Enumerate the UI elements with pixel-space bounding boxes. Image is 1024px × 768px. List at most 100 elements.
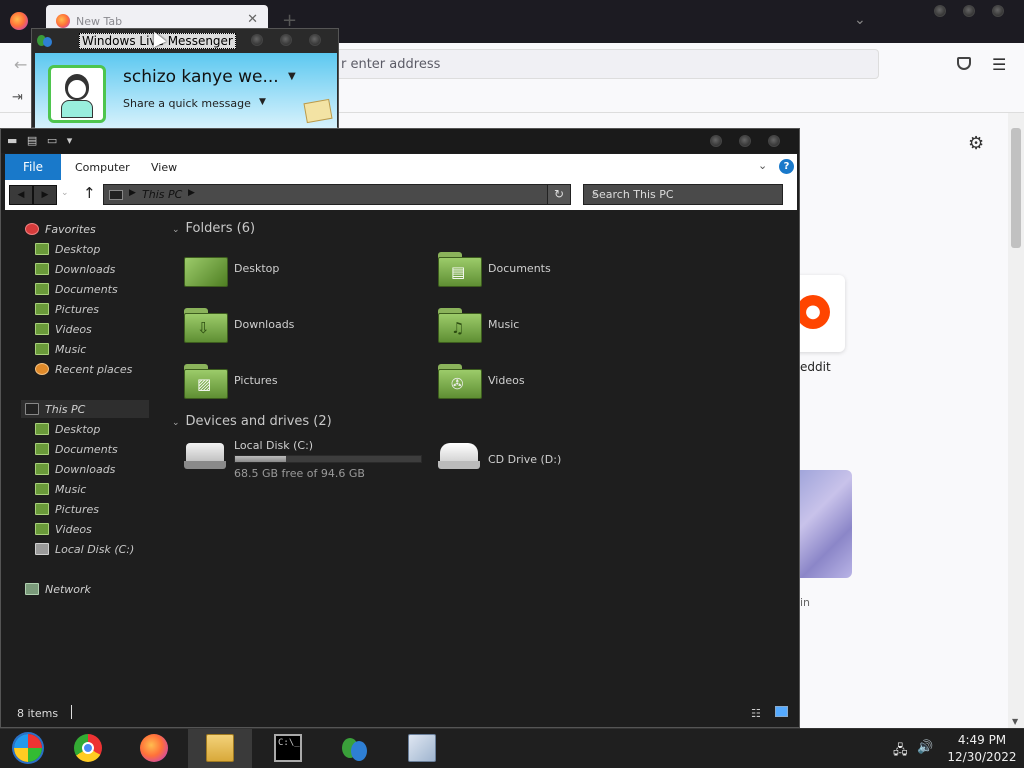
- avatar[interactable]: [48, 65, 106, 123]
- computer-icon: [25, 403, 39, 415]
- display-name-dropdown-icon[interactable]: ▼: [288, 71, 296, 82]
- messenger-close-button[interactable]: [309, 34, 321, 46]
- network-icon: [25, 583, 39, 595]
- explorer-minimize-button[interactable]: [710, 135, 722, 147]
- music-icon: [35, 483, 49, 495]
- help-icon[interactable]: ?: [779, 159, 794, 174]
- search-input[interactable]: Search This PC ⌕: [583, 184, 783, 205]
- gear-icon[interactable]: ⚙: [968, 133, 984, 154]
- minimize-button[interactable]: [934, 5, 946, 17]
- pictures-icon: [35, 503, 49, 515]
- taskbar-command-prompt[interactable]: C:\_: [256, 729, 320, 768]
- tab-close-icon[interactable]: ✕: [247, 12, 258, 27]
- documents-icon: [35, 283, 49, 295]
- hamburger-menu-icon[interactable]: ☰: [992, 55, 1006, 74]
- tab-title: New Tab: [76, 15, 123, 28]
- close-button[interactable]: [992, 5, 1004, 17]
- recent-locations-icon[interactable]: ⌄: [61, 188, 69, 198]
- list-all-tabs-icon[interactable]: ⌄: [854, 12, 866, 28]
- properties-icon[interactable]: ▤: [27, 134, 37, 147]
- folder-desktop[interactable]: Desktop: [184, 249, 424, 291]
- folder-music[interactable]: ♫ Music: [438, 305, 678, 347]
- forward-button[interactable]: ▶: [33, 185, 57, 205]
- address-toolbar: ◀ ▶ ⌄ ↑ ▶ This PC ▶ ↻ Search This PC ⌕: [5, 180, 797, 210]
- details-view-icon[interactable]: ☷: [751, 707, 761, 720]
- maximize-button[interactable]: [963, 5, 975, 17]
- search-icon[interactable]: ⌕: [592, 187, 606, 202]
- display-name[interactable]: schizo kanye we...: [123, 67, 279, 87]
- taskbar-photo-viewer[interactable]: [390, 729, 454, 768]
- sidebar-item-label: Documents: [55, 443, 118, 456]
- breadcrumb-this-pc[interactable]: This PC: [142, 188, 182, 201]
- windows-orb-icon: [14, 734, 42, 762]
- sign-in-icon[interactable]: ⇥: [12, 90, 23, 105]
- explorer-maximize-button[interactable]: [739, 135, 751, 147]
- drive-cd-d[interactable]: CD Drive (D:): [438, 439, 678, 481]
- drive-label: CD Drive (D:): [488, 453, 562, 466]
- navigation-pane: Favorites Desktop Downloads Documents Pi…: [5, 213, 155, 693]
- back-button[interactable]: ◀: [9, 185, 33, 205]
- downloads-icon: [35, 263, 49, 275]
- url-bar[interactable]: r enter address: [310, 49, 879, 79]
- address-bar[interactable]: ▶ This PC ▶: [103, 184, 571, 205]
- folder-videos[interactable]: ✇ Videos: [438, 361, 678, 403]
- messenger-header: schizo kanye we... ▼ Share a quick messa…: [35, 53, 337, 129]
- breadcrumb-separator-icon[interactable]: ▶: [129, 188, 136, 198]
- expand-ribbon-icon[interactable]: ⌄: [758, 159, 767, 172]
- taskbar-messenger[interactable]: [322, 729, 386, 768]
- refresh-button[interactable]: ↻: [547, 184, 571, 205]
- taskbar-chrome[interactable]: [56, 729, 120, 768]
- scrollbar-thumb[interactable]: [1011, 128, 1021, 248]
- hard-drive-icon: [184, 443, 226, 471]
- mail-icon[interactable]: [303, 98, 333, 124]
- heart-icon: [25, 223, 39, 235]
- messenger-minimize-button[interactable]: [251, 34, 263, 46]
- large-icons-view-icon[interactable]: [775, 706, 788, 717]
- volume-tray-icon[interactable]: 🔊: [917, 740, 933, 755]
- start-button[interactable]: [0, 729, 60, 768]
- collapse-chevron-icon[interactable]: ⌄: [172, 225, 180, 235]
- firefox-icon: [140, 734, 168, 762]
- group-header-folders[interactable]: ⌄ Folders (6): [172, 221, 255, 236]
- up-arrow-icon[interactable]: ↑: [83, 184, 96, 202]
- page-scrollbar[interactable]: ▼: [1008, 113, 1024, 728]
- status-message-dropdown-icon[interactable]: ▼: [259, 97, 266, 107]
- clock-date[interactable]: 12/30/2022: [947, 750, 1017, 764]
- documents-icon: [35, 443, 49, 455]
- content-pane: ⌄ Folders (6) Desktop ▤ Documents ⇩ Downl…: [166, 213, 796, 693]
- drive-local-disk-c[interactable]: Local Disk (C:) 68.5 GB free of 94.6 GB: [184, 439, 424, 481]
- breadcrumb-separator-icon[interactable]: ▶: [188, 188, 195, 198]
- sidebar-item-label: Local Disk (C:): [55, 543, 135, 556]
- scroll-down-arrow-icon[interactable]: ▼: [1012, 717, 1018, 726]
- collapse-chevron-icon[interactable]: ⌄: [172, 418, 180, 428]
- videos-icon: [35, 523, 49, 535]
- folder-pictures[interactable]: ▨ Pictures: [184, 361, 424, 403]
- tab-computer[interactable]: Computer: [75, 161, 130, 174]
- sidebar-item-label: Desktop: [55, 243, 101, 256]
- drive-free-space: 68.5 GB free of 94.6 GB: [234, 467, 365, 480]
- sidebar-item-label: Pictures: [55, 503, 100, 516]
- group-header-devices[interactable]: ⌄ Devices and drives (2): [172, 414, 332, 429]
- tab-view[interactable]: View: [151, 161, 177, 174]
- taskbar-file-explorer[interactable]: [188, 729, 252, 768]
- back-arrow-icon[interactable]: ←: [14, 55, 27, 74]
- firefox-logo-icon[interactable]: [10, 12, 28, 30]
- explorer-app-icon[interactable]: ▬: [7, 134, 17, 147]
- folder-label: Documents: [488, 262, 551, 275]
- folder-label: Music: [488, 318, 520, 331]
- sidebar-item-label: Videos: [55, 523, 92, 536]
- sidebar-item-label: Recent places: [55, 363, 133, 376]
- clock-time[interactable]: 4:49 PM: [947, 733, 1017, 747]
- folder-downloads[interactable]: ⇩ Downloads: [184, 305, 424, 347]
- tab-file[interactable]: File: [5, 154, 61, 180]
- customize-toolbar-icon[interactable]: ▾: [67, 134, 73, 147]
- status-message[interactable]: Share a quick message: [123, 97, 251, 110]
- taskbar-firefox[interactable]: [122, 729, 186, 768]
- desktop-icon: [35, 423, 49, 435]
- folder-documents[interactable]: ▤ Documents: [438, 249, 678, 291]
- network-tray-icon[interactable]: 🖧: [893, 741, 908, 763]
- pocket-icon[interactable]: [957, 57, 971, 70]
- explorer-close-button[interactable]: [768, 135, 780, 147]
- new-folder-icon[interactable]: ▭: [47, 134, 57, 147]
- messenger-maximize-button[interactable]: [280, 34, 292, 46]
